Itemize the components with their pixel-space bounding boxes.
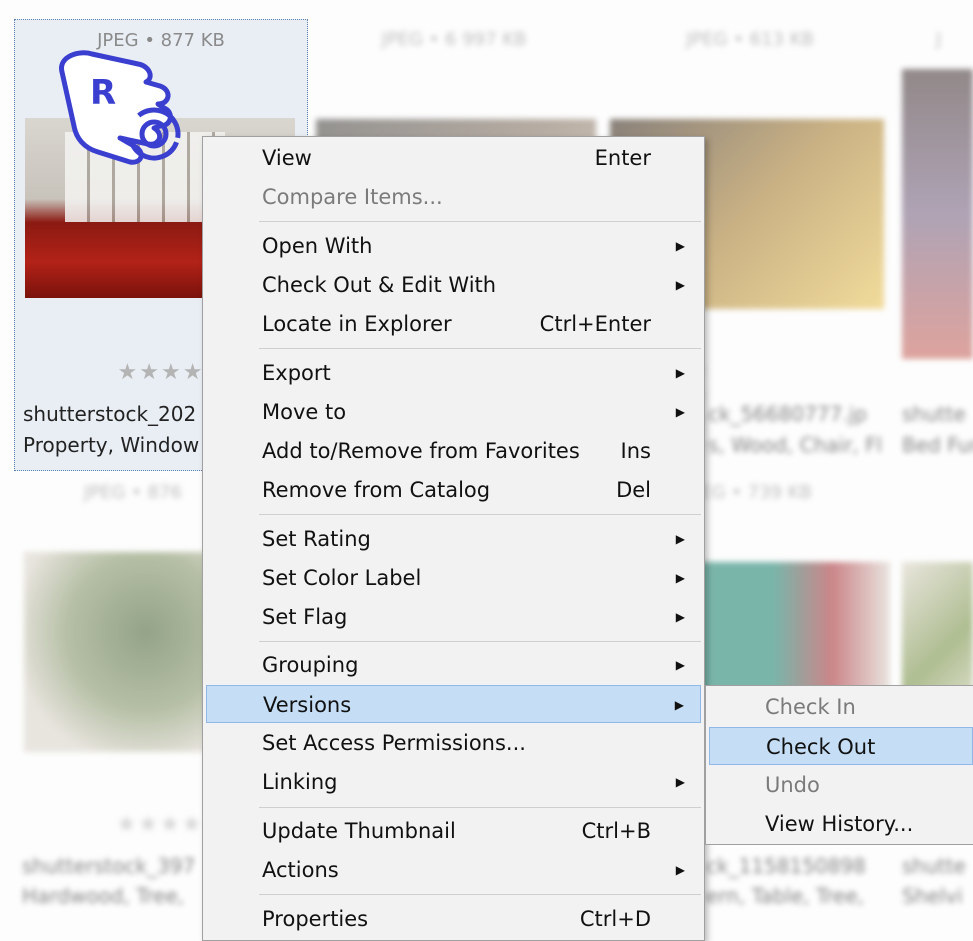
submenu-arrow-icon: ▶	[675, 532, 685, 546]
submenu-item-label: Check In	[765, 695, 856, 719]
menu-item-label: Check Out & Edit With	[262, 273, 497, 297]
submenu-item-undo: Undo	[709, 766, 973, 804]
submenu-arrow-icon: ▶	[675, 658, 685, 672]
menu-item-label: Compare Items...	[262, 185, 443, 209]
file-name: ck_1158150898	[706, 854, 866, 878]
right-click-hand-icon: R	[59, 50, 181, 165]
file-tags: ern, Table, Tree,	[706, 884, 865, 908]
menu-item-set-flag[interactable]: Set Flag ▶	[206, 598, 701, 636]
thumbnail[interactable]: J shutte Bed Fur	[900, 19, 973, 469]
file-name: shutterstock_397	[22, 854, 196, 878]
submenu-arrow-icon: ▶	[674, 698, 684, 712]
menu-item-label: Add to/Remove from Favorites	[262, 439, 580, 463]
menu-item-export[interactable]: Export ▶	[206, 354, 701, 392]
menu-item-label: Set Rating	[262, 527, 371, 551]
menu-item-properties[interactable]: Properties Ctrl+D	[206, 900, 701, 938]
menu-item-label: Grouping	[262, 653, 359, 677]
menu-item-label: Set Flag	[262, 605, 348, 629]
menu-item-actions[interactable]: Actions ▶	[206, 851, 701, 889]
menu-item-compare-items: Compare Items...	[206, 178, 701, 216]
menu-item-label: Update Thumbnail	[262, 819, 456, 843]
menu-separator	[259, 807, 701, 808]
menu-item-favorites[interactable]: Add to/Remove from Favorites Ins	[206, 432, 701, 470]
file-name: shutte	[902, 402, 966, 426]
submenu-arrow-icon: ▶	[675, 366, 685, 380]
context-menu: View Enter Compare Items... Open With ▶ …	[202, 136, 705, 941]
thumbnail-image[interactable]	[902, 69, 973, 359]
menu-item-locate-in-explorer[interactable]: Locate in Explorer Ctrl+Enter	[206, 305, 701, 343]
file-tags: Bed Fur	[902, 433, 973, 457]
menu-item-shortcut: Enter	[594, 146, 651, 170]
menu-item-label: Remove from Catalog	[262, 478, 491, 502]
menu-separator	[259, 221, 701, 222]
menu-item-shortcut: Del	[616, 478, 651, 502]
menu-item-open-with[interactable]: Open With ▶	[206, 227, 701, 265]
cursor-letter: R	[90, 73, 116, 113]
menu-item-label: Open With	[262, 234, 373, 258]
submenu-arrow-icon: ▶	[675, 571, 685, 585]
submenu-item-label: Check Out	[766, 735, 876, 759]
submenu-item-label: Undo	[765, 773, 820, 797]
submenu-arrow-icon: ▶	[675, 405, 685, 419]
submenu-item-label: View History...	[765, 812, 914, 836]
submenu-arrow-icon: ▶	[675, 278, 685, 292]
submenu-arrow-icon: ▶	[675, 239, 685, 253]
menu-separator	[259, 514, 701, 515]
file-tags: Hardwood, Tree,	[22, 884, 185, 908]
menu-separator	[259, 894, 701, 895]
menu-item-check-out-edit-with[interactable]: Check Out & Edit With ▶	[206, 266, 701, 304]
menu-item-versions[interactable]: Versions ▶	[206, 685, 701, 723]
submenu-item-check-in: Check In	[709, 688, 973, 726]
file-meta: J	[936, 29, 942, 50]
menu-item-label: Actions	[262, 858, 339, 882]
menu-item-shortcut: Ins	[620, 439, 651, 463]
versions-submenu: Check In Check Out Undo View History...	[705, 685, 973, 845]
menu-separator	[259, 348, 701, 349]
menu-item-label: Locate in Explorer	[262, 312, 452, 336]
menu-item-label: Linking	[262, 770, 338, 794]
menu-item-remove-from-catalog[interactable]: Remove from Catalog Del	[206, 471, 701, 509]
file-meta: JPEG • 6 997 KB	[381, 29, 527, 50]
submenu-arrow-icon: ▶	[675, 863, 685, 877]
menu-item-move-to[interactable]: Move to ▶	[206, 393, 701, 431]
menu-item-shortcut: Ctrl+B	[581, 819, 651, 843]
submenu-item-view-history[interactable]: View History...	[709, 805, 973, 843]
menu-item-view[interactable]: View Enter	[206, 139, 701, 177]
file-tags: Shelvi	[902, 884, 963, 908]
file-meta: JPEG • 613 KB	[686, 29, 814, 50]
menu-item-set-color-label[interactable]: Set Color Label ▶	[206, 559, 701, 597]
submenu-arrow-icon: ▶	[675, 610, 685, 624]
file-tags: Property, Window	[23, 433, 200, 457]
file-name: shutte	[902, 854, 966, 878]
menu-item-label: View	[262, 146, 312, 170]
menu-item-label: Export	[262, 361, 331, 385]
menu-item-shortcut: Ctrl+D	[579, 907, 651, 931]
menu-item-grouping[interactable]: Grouping ▶	[206, 646, 701, 684]
file-name: shutterstock_202	[23, 402, 197, 426]
menu-item-update-thumbnail[interactable]: Update Thumbnail Ctrl+B	[206, 812, 701, 850]
menu-item-label: Versions	[263, 693, 352, 717]
menu-item-label: Move to	[262, 400, 347, 424]
menu-item-shortcut: Ctrl+Enter	[539, 312, 651, 336]
menu-item-label: Set Access Permissions...	[262, 731, 526, 755]
menu-item-set-access-permissions[interactable]: Set Access Permissions...	[206, 724, 701, 762]
menu-item-set-rating[interactable]: Set Rating ▶	[206, 520, 701, 558]
submenu-arrow-icon: ▶	[675, 775, 685, 789]
menu-separator	[259, 641, 701, 642]
menu-item-label: Set Color Label	[262, 566, 422, 590]
menu-item-linking[interactable]: Linking ▶	[206, 763, 701, 801]
menu-item-label: Properties	[262, 907, 369, 931]
submenu-item-check-out[interactable]: Check Out	[709, 727, 973, 765]
